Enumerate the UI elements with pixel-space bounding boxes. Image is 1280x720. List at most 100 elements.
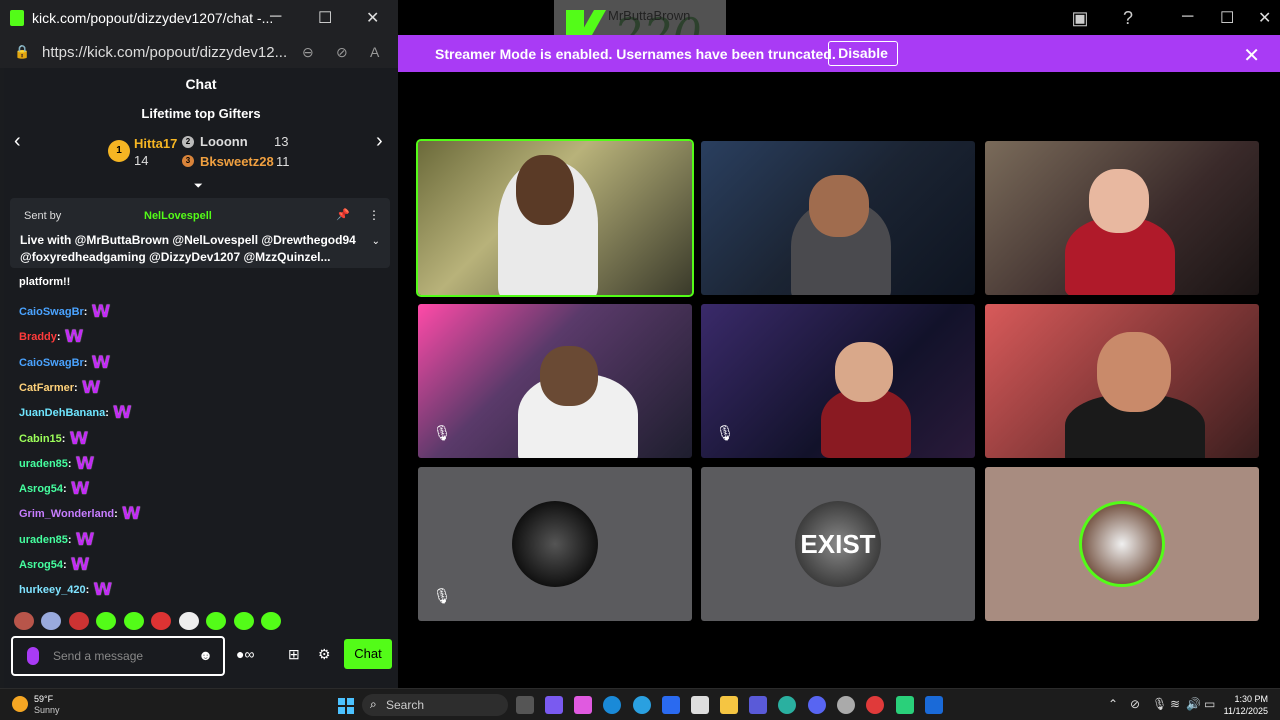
zoom-icon[interactable]: ⊖ xyxy=(302,44,314,61)
emote-icon[interactable] xyxy=(151,612,172,630)
clock[interactable]: 1:30 PM 11/12/2025 xyxy=(1224,693,1268,717)
chevron-down-icon[interactable]: ⌄ xyxy=(372,236,380,247)
more-options-icon[interactable]: ⋮ xyxy=(368,208,380,222)
browser-icon[interactable] xyxy=(778,696,796,714)
emote-icon[interactable] xyxy=(178,612,199,630)
chat-username[interactable]: Braddy xyxy=(19,331,57,343)
pinned-author[interactable]: NelLovespell xyxy=(144,210,212,222)
start-button[interactable] xyxy=(338,698,354,714)
emote-icon[interactable] xyxy=(206,612,227,630)
task-view-icon[interactable] xyxy=(516,696,534,714)
close-icon[interactable]: ✕ xyxy=(366,8,379,28)
participant-tile-6[interactable] xyxy=(985,304,1259,458)
chat-username[interactable]: Asrog54 xyxy=(19,559,63,571)
chat-username[interactable]: CatFarmer xyxy=(19,382,74,394)
gifter-name[interactable]: Looonn xyxy=(200,134,248,149)
close-icon[interactable]: ✕ xyxy=(1258,8,1271,28)
file-explorer-icon[interactable] xyxy=(720,696,738,714)
emoji-icon[interactable]: ☻ xyxy=(198,647,213,663)
participant-tile-8[interactable]: EXIST xyxy=(701,467,975,621)
emote-icon[interactable] xyxy=(41,612,62,630)
help-icon[interactable]: ? xyxy=(1116,6,1140,30)
participant-tile-9[interactable] xyxy=(985,467,1259,621)
settings-icon[interactable] xyxy=(837,696,855,714)
chat-username[interactable]: CaioSwagBr xyxy=(19,357,84,369)
chevron-left-icon[interactable]: ‹ xyxy=(14,130,21,153)
app-icon[interactable] xyxy=(574,696,592,714)
w-emote-icon[interactable]: W xyxy=(113,403,132,423)
w-emote-icon[interactable]: W xyxy=(91,353,110,373)
emote-icon[interactable] xyxy=(261,612,282,630)
wifi-icon[interactable]: ≋ xyxy=(1170,697,1180,711)
address-bar[interactable]: 🔒 https://kick.com/popout/dizzydev12... … xyxy=(0,36,398,68)
chat-send-button[interactable]: Chat xyxy=(344,639,392,669)
chevron-up-icon[interactable]: ⌃ xyxy=(1108,697,1118,711)
participant-tile-5[interactable]: 🎙 xyxy=(701,304,975,458)
participant-tile-4[interactable]: 🎙 xyxy=(418,304,692,458)
participant-tile-1[interactable] xyxy=(416,139,694,297)
gear-icon[interactable]: ⚙ xyxy=(318,646,331,663)
pin-icon[interactable]: 📌 xyxy=(336,208,350,221)
gifter-name[interactable]: Hitta17 xyxy=(134,136,177,151)
emote-icon[interactable] xyxy=(233,612,254,630)
microphone-icon[interactable] xyxy=(27,647,39,665)
app-icon[interactable] xyxy=(896,696,914,714)
chat-input-box[interactable]: ☻ xyxy=(11,636,225,676)
participant-tile-2[interactable] xyxy=(701,141,975,295)
teams-icon[interactable] xyxy=(749,696,767,714)
chat-username[interactable]: uraden85 xyxy=(19,458,68,470)
battery-icon[interactable]: ▭ xyxy=(1204,697,1215,711)
participant-tile-7[interactable]: 🎙 xyxy=(418,467,692,621)
picture-in-picture-icon[interactable]: ▣ xyxy=(1068,6,1092,30)
participant-tile-3[interactable] xyxy=(985,141,1259,295)
emote-icon[interactable] xyxy=(123,612,144,630)
gift-icon[interactable]: ⊞ xyxy=(288,646,300,663)
chat-username[interactable]: hurkeey_420 xyxy=(19,584,86,596)
disable-button[interactable]: Disable xyxy=(828,41,898,66)
minimize-icon[interactable]: ─ xyxy=(1182,8,1193,26)
chat-username[interactable]: CaioSwagBr xyxy=(19,306,84,318)
minimize-icon[interactable]: ─ xyxy=(270,8,281,26)
collapse-icon[interactable]: ⏷ xyxy=(194,180,203,193)
maximize-icon[interactable]: ☐ xyxy=(318,8,332,28)
w-emote-icon[interactable]: W xyxy=(91,302,110,322)
app-icon[interactable] xyxy=(545,696,563,714)
chat-username[interactable]: Asrog54 xyxy=(19,483,63,495)
zoom-app-icon[interactable] xyxy=(662,696,680,714)
read-aloud-icon[interactable]: A xyxy=(370,44,379,60)
chat-username[interactable]: Cabin15 xyxy=(19,433,62,445)
w-emote-icon[interactable]: W xyxy=(76,454,95,474)
chat-username[interactable]: Grim_Wonderland xyxy=(19,508,114,520)
microphone-icon[interactable]: 🎙 xyxy=(1152,697,1167,711)
gifter-name[interactable]: Bksweetz28 xyxy=(200,154,274,169)
discord-icon[interactable] xyxy=(808,696,826,714)
tracking-prevention-icon[interactable]: ⊘ xyxy=(336,44,348,61)
w-emote-icon[interactable]: W xyxy=(71,479,90,499)
chevron-right-icon[interactable]: › xyxy=(376,130,383,153)
volume-icon[interactable]: 🔊 xyxy=(1186,697,1201,711)
banner-close-icon[interactable]: ✕ xyxy=(1243,43,1260,68)
w-emote-icon[interactable]: W xyxy=(122,504,141,524)
edge-icon[interactable] xyxy=(633,696,651,714)
w-emote-icon[interactable]: W xyxy=(65,327,84,347)
emote-icon[interactable] xyxy=(96,612,117,630)
url-text[interactable]: https://kick.com/popout/dizzydev12... xyxy=(42,44,287,61)
chat-username[interactable]: uraden85 xyxy=(19,534,68,546)
store-icon[interactable] xyxy=(691,696,709,714)
chat-username[interactable]: JuanDehBanana xyxy=(19,407,105,419)
emote-icon[interactable] xyxy=(68,612,89,630)
points-icon[interactable]: ●∞ xyxy=(236,646,254,662)
maps-icon[interactable] xyxy=(866,696,884,714)
emote-icon[interactable] xyxy=(14,612,34,630)
message-input[interactable] xyxy=(53,647,183,665)
hp-icon[interactable] xyxy=(603,696,621,714)
pinned-message[interactable]: Sent by NelLovespell 📌 ⋮ Live with @MrBu… xyxy=(10,198,390,268)
maximize-icon[interactable]: ☐ xyxy=(1220,8,1234,28)
w-emote-icon[interactable]: W xyxy=(71,555,90,575)
app-icon[interactable] xyxy=(925,696,943,714)
w-emote-icon[interactable]: W xyxy=(69,429,88,449)
taskbar-search[interactable]: ⌕ Search xyxy=(362,694,508,716)
w-emote-icon[interactable]: W xyxy=(93,580,112,600)
w-emote-icon[interactable]: W xyxy=(76,530,95,550)
w-emote-icon[interactable]: W xyxy=(82,378,101,398)
